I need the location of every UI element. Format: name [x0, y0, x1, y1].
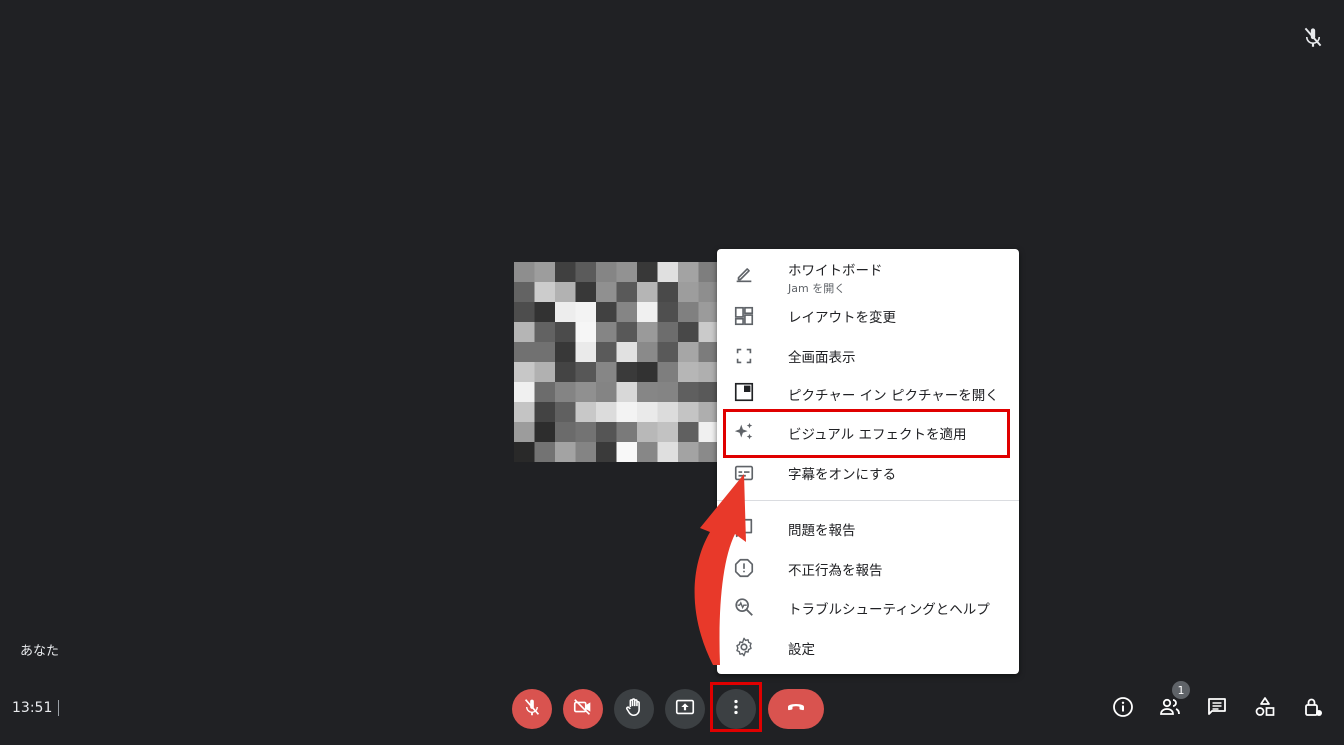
menu-item-label: 問題を報告 — [788, 523, 856, 539]
raise-hand-button[interactable] — [614, 689, 654, 729]
visual-effects-highlight — [723, 409, 1010, 458]
camera-toggle-button[interactable] — [563, 689, 603, 729]
info-icon — [1111, 695, 1135, 723]
participant-name-label: あなた — [20, 644, 60, 659]
menu-item-change-layout[interactable]: レイアウトを変更 — [717, 295, 1019, 335]
mic-toggle-button[interactable] — [512, 689, 552, 729]
participants-button[interactable] — [1157, 696, 1183, 722]
menu-item-report-abuse[interactable]: 不正行為を報告 — [717, 551, 1019, 591]
annotation-arrow — [680, 460, 760, 670]
camera-off-icon — [572, 696, 594, 722]
meeting-clock: 13:51 — [12, 700, 53, 716]
people-icon — [1158, 695, 1182, 723]
pen-icon — [733, 263, 757, 287]
leave-call-button[interactable] — [768, 689, 824, 729]
chat-button[interactable] — [1204, 696, 1230, 722]
menu-item-troubleshooting[interactable]: トラブルシューティングとヘルプ — [717, 590, 1019, 630]
self-video-tile — [514, 262, 719, 462]
menu-item-report-problem[interactable]: 問題を報告 — [717, 511, 1019, 551]
muted-mic-indicator-icon — [1300, 24, 1326, 50]
menu-item-sublabel: Jam を開く — [788, 282, 846, 295]
clock-separator — [58, 700, 59, 716]
hang-up-icon — [784, 695, 808, 723]
layout-icon — [733, 305, 757, 329]
present-screen-button[interactable] — [665, 689, 705, 729]
pip-icon — [733, 381, 757, 405]
menu-item-label: ホワイトボード — [788, 263, 883, 279]
menu-item-fullscreen[interactable]: 全画面表示 — [717, 335, 1019, 375]
present-icon — [674, 696, 696, 722]
activities-button[interactable] — [1252, 696, 1278, 722]
menu-item-label: 全画面表示 — [788, 350, 856, 366]
more-options-menu: ホワイトボード Jam を開く レイアウトを変更 全画面表示 ピクチャー イン … — [717, 249, 1019, 674]
menu-item-captions[interactable]: 字幕をオンにする — [717, 453, 1019, 493]
mic-off-icon — [521, 696, 543, 722]
menu-divider — [717, 500, 1019, 501]
more-options-highlight — [710, 682, 762, 732]
menu-item-label: ピクチャー イン ピクチャーを開く — [788, 388, 999, 404]
menu-item-label: 不正行為を報告 — [788, 563, 883, 579]
menu-item-settings[interactable]: 設定 — [717, 630, 1019, 670]
meeting-details-button[interactable] — [1110, 696, 1136, 722]
fullscreen-icon — [733, 345, 757, 369]
menu-item-label: レイアウトを変更 — [788, 310, 896, 326]
participants-count-badge: 1 — [1172, 681, 1190, 699]
menu-item-label: 設定 — [788, 642, 815, 658]
pixelated-video — [514, 262, 719, 462]
host-controls-button[interactable] — [1300, 696, 1326, 722]
hand-icon — [623, 696, 645, 722]
chat-icon — [1205, 695, 1229, 723]
shapes-icon — [1253, 695, 1277, 723]
lock-person-icon — [1301, 695, 1325, 723]
menu-item-whiteboard[interactable]: ホワイトボード Jam を開く — [717, 249, 1019, 295]
menu-item-label: トラブルシューティングとヘルプ — [788, 602, 990, 618]
menu-item-label: 字幕をオンにする — [788, 467, 897, 483]
